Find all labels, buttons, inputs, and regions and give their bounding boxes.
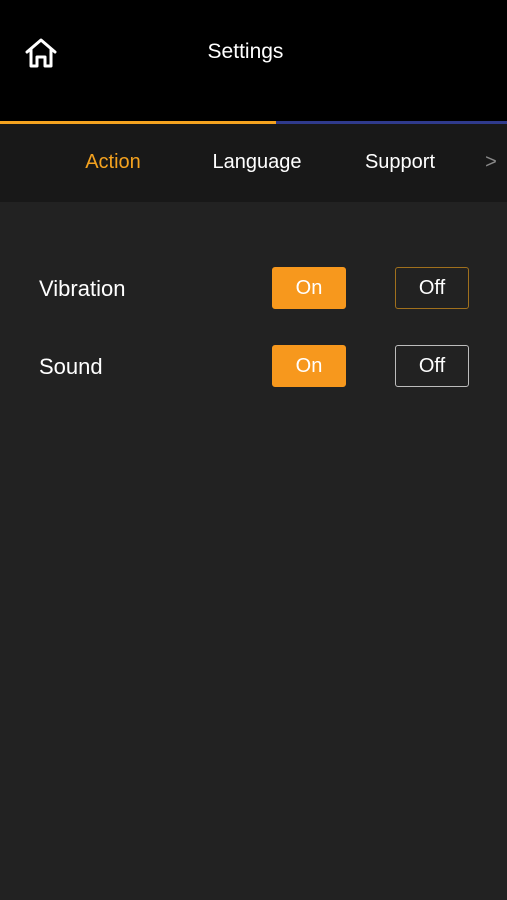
vibration-on-button[interactable]: On bbox=[272, 267, 346, 309]
tab-action[interactable]: Action bbox=[70, 124, 156, 202]
vibration-off-button[interactable]: Off bbox=[395, 267, 469, 309]
vibration-label: Vibration bbox=[39, 276, 126, 301]
tab-bar: Action Language Support > bbox=[0, 124, 507, 202]
sound-setting-row: Sound On Off bbox=[0, 345, 507, 389]
sound-off-button[interactable]: Off bbox=[395, 345, 469, 387]
sound-on-button[interactable]: On bbox=[272, 345, 346, 387]
tab-language[interactable]: Language bbox=[198, 124, 316, 202]
sound-label: Sound bbox=[39, 354, 103, 379]
header-bar: Settings bbox=[0, 0, 507, 121]
page-title: Settings bbox=[207, 40, 284, 63]
vibration-setting-row: Vibration On Off bbox=[0, 267, 507, 311]
tab-next-chevron-icon[interactable]: > bbox=[478, 124, 504, 202]
tab-support[interactable]: Support bbox=[350, 124, 450, 202]
